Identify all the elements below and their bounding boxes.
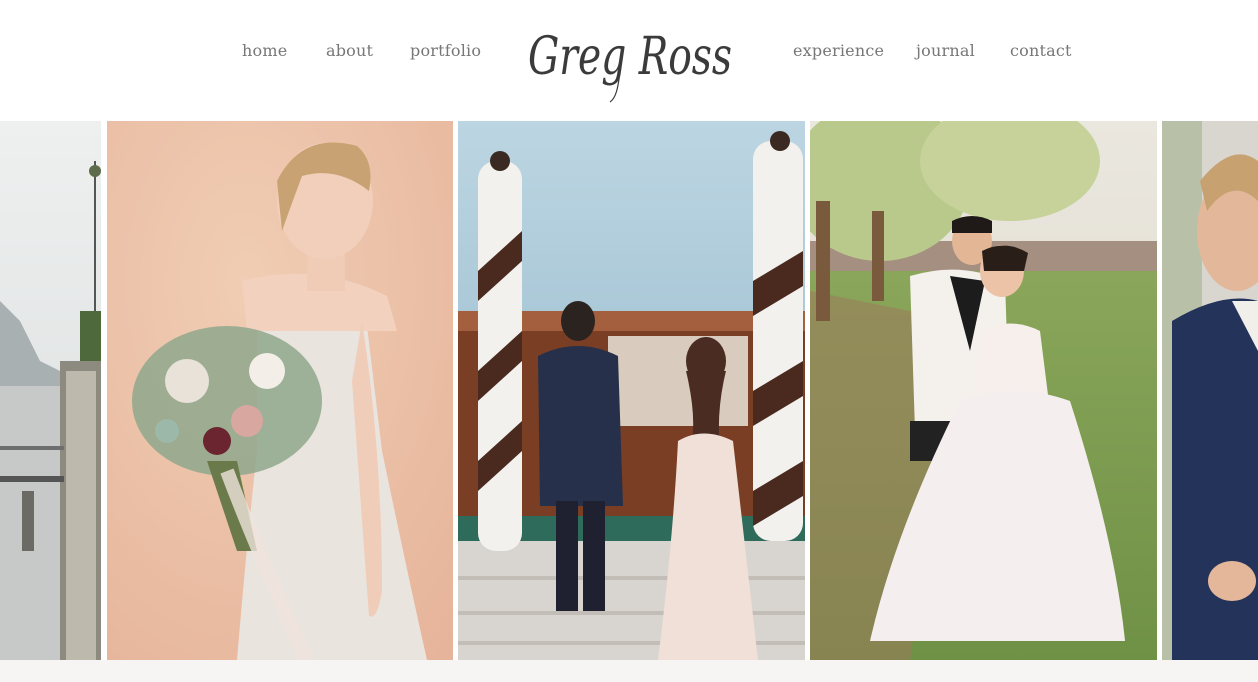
gallery-photo-bride-bouquet[interactable] — [107, 121, 453, 660]
photo-gallery — [0, 121, 1258, 660]
nav-journal-link[interactable]: journal — [916, 41, 975, 60]
gallery-photo-lake[interactable] — [0, 121, 101, 660]
nav-home-link[interactable]: home — [242, 41, 287, 60]
nav-about-link[interactable]: about — [326, 41, 373, 60]
gallery-photo-couple-boat[interactable] — [458, 121, 805, 660]
nav-experience-link[interactable]: experience — [793, 41, 884, 60]
site-header: home about portfolio Greg Ross experienc… — [0, 0, 1258, 121]
gallery-photo-groom[interactable] — [1162, 121, 1258, 660]
logo-signature: Greg Ross — [528, 27, 732, 103]
page-footer-strip — [0, 660, 1258, 682]
logo-text: Greg Ross — [528, 27, 732, 87]
nav-contact-link[interactable]: contact — [1010, 41, 1072, 60]
gallery-photo-couple-vineyard[interactable] — [810, 121, 1157, 660]
nav-portfolio-link[interactable]: portfolio — [410, 41, 481, 60]
brand-logo[interactable]: Greg Ross — [520, 10, 742, 108]
